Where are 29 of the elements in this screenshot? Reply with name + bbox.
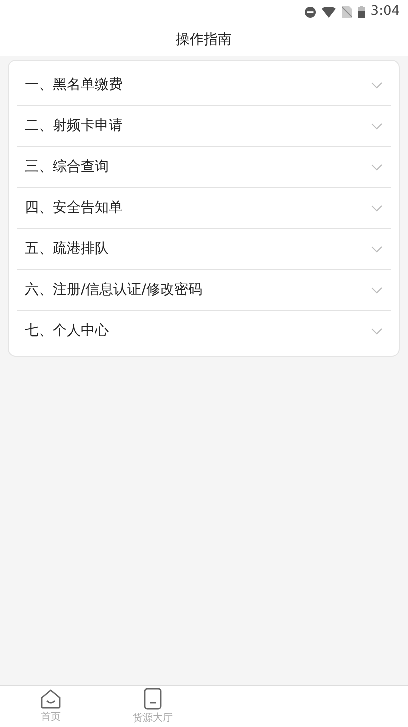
chevron-icon	[371, 82, 383, 88]
guide-item-label: 七、个人中心	[25, 322, 109, 341]
guide-item-label: 三、综合查询	[25, 158, 109, 176]
guide-item[interactable]: 七、个人中心	[17, 311, 391, 352]
page-title: 操作指南	[176, 30, 232, 50]
chevron-icon	[371, 246, 383, 252]
chevron-icon	[371, 164, 383, 170]
guide-item[interactable]: 一、黑名单缴费	[17, 65, 391, 106]
guide-item-label: 四、安全告知单	[25, 198, 123, 218]
guide-item[interactable]: 六、注册/信息认证/修改密码	[17, 270, 391, 311]
guide-item-label: 六、注册/信息认证/修改密码	[25, 280, 202, 300]
guide-item[interactable]: 四、安全告知单	[17, 188, 391, 229]
chevron-icon	[371, 204, 383, 212]
chevron-icon	[371, 328, 383, 335]
house-icon	[40, 688, 62, 708]
guide-item-label: 二、射频卡申请	[25, 116, 123, 136]
guide-item[interactable]: 五、疏港排队	[17, 229, 391, 270]
battery-icon	[358, 6, 365, 18]
document-icon	[144, 688, 162, 710]
guide-item-label: 一、黑名单缴费	[25, 76, 123, 94]
do-not-disturb-icon	[304, 6, 316, 18]
guide-item[interactable]: 三、综合查询	[17, 147, 391, 188]
wifi-icon	[322, 6, 336, 18]
guide-item[interactable]: 二、射频卡申请	[17, 106, 391, 147]
chevron-icon	[371, 122, 383, 130]
status-time: 3:04	[370, 3, 400, 22]
chevron-icon	[371, 286, 383, 294]
no-sim-icon	[342, 6, 352, 18]
guide-item-label: 五、疏港排队	[25, 240, 109, 258]
